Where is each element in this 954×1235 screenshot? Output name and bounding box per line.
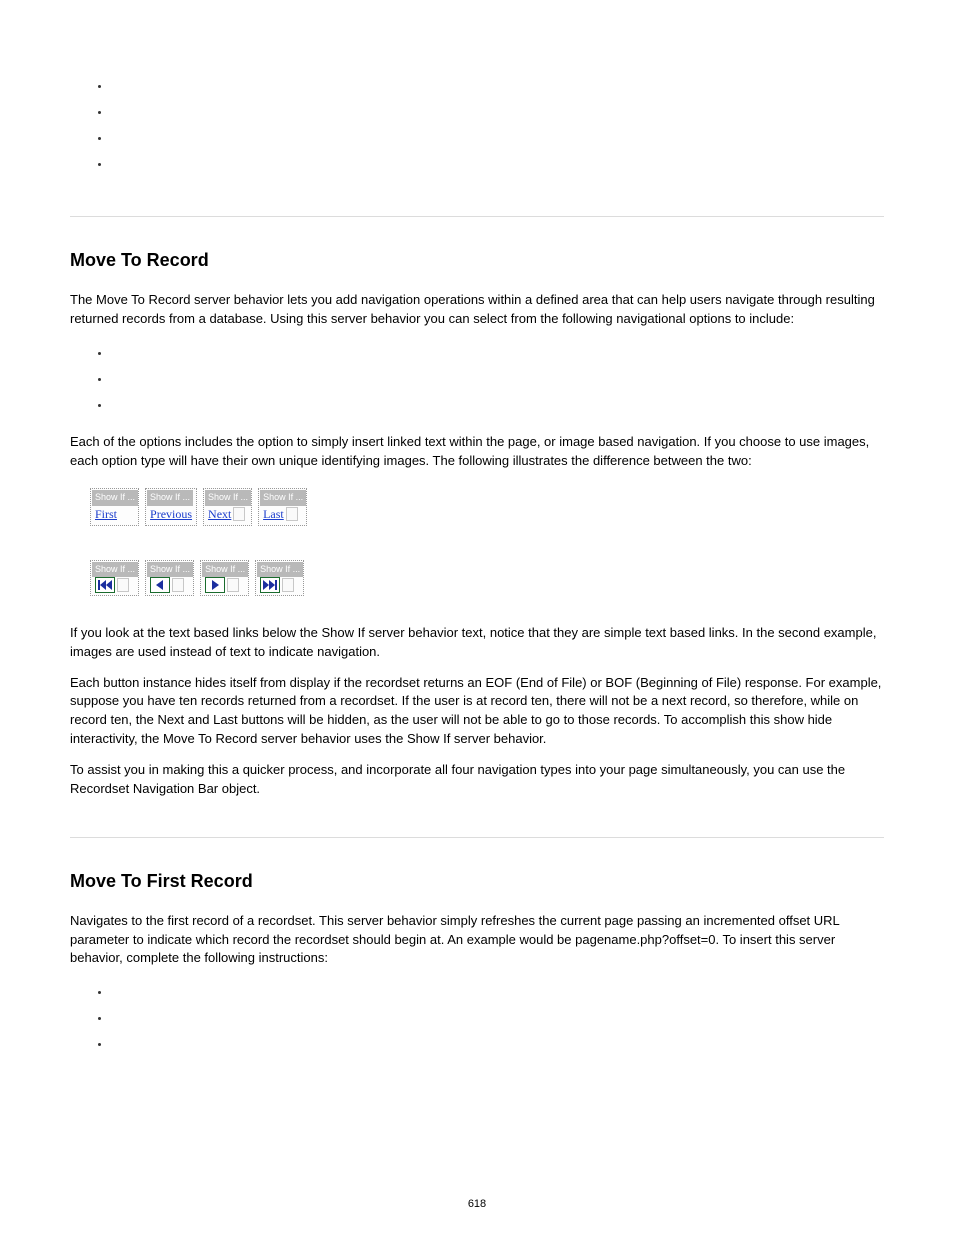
spacer-box xyxy=(227,578,239,592)
list-item xyxy=(110,367,884,393)
nav-previous-link[interactable]: Previous xyxy=(150,506,192,523)
section-divider xyxy=(70,216,884,217)
list-item xyxy=(110,74,884,100)
closing-para-2: Each button instance hides itself from d… xyxy=(70,674,884,749)
list-item xyxy=(110,152,884,178)
section-heading-move-to-first: Move To First Record xyxy=(70,868,884,894)
nav-next-link[interactable]: Next xyxy=(208,506,231,523)
first-record-steps xyxy=(70,980,884,1058)
nav-last-icon-block: Show If ... xyxy=(255,560,304,596)
spacer-box xyxy=(233,507,245,521)
spacer-box xyxy=(282,578,294,592)
first-icon[interactable] xyxy=(95,577,115,593)
closing-para-3: To assist you in making this a quicker p… xyxy=(70,761,884,799)
nav-options-list xyxy=(70,341,884,419)
nav-first-icon-block: Show If ... xyxy=(90,560,139,596)
nav-last-block: Show If ... Last xyxy=(258,488,307,525)
showif-tag: Show If ... xyxy=(147,562,193,577)
showif-tag: Show If ... xyxy=(205,490,251,505)
showif-tag: Show If ... xyxy=(260,490,306,505)
last-icon[interactable] xyxy=(260,577,280,593)
spacer-box xyxy=(286,507,298,521)
section-divider xyxy=(70,837,884,838)
nav-last-link[interactable]: Last xyxy=(263,506,284,523)
showif-tag: Show If ... xyxy=(92,562,138,577)
after-bullets-paragraph: Each of the options includes the option … xyxy=(70,433,884,471)
nav-next-block: Show If ... Next xyxy=(203,488,252,525)
nav-first-link[interactable]: First xyxy=(95,506,117,523)
section-heading-move-to-record: Move To Record xyxy=(70,247,884,273)
showif-tag: Show If ... xyxy=(92,490,138,505)
list-item xyxy=(110,126,884,152)
next-icon[interactable] xyxy=(205,577,225,593)
showif-tag: Show If ... xyxy=(147,490,193,505)
nav-previous-icon-block: Show If ... xyxy=(145,560,194,596)
navbar-screenshot-text: Show If ... First Show If ... Previous S… xyxy=(90,488,884,525)
top-bullet-list xyxy=(70,74,884,178)
page-number: 618 xyxy=(0,1197,954,1213)
spacer-box xyxy=(172,578,184,592)
list-item xyxy=(110,100,884,126)
nav-previous-block: Show If ... Previous xyxy=(145,488,197,525)
intro-paragraph: The Move To Record server behavior lets … xyxy=(70,291,884,329)
list-item xyxy=(110,1006,884,1032)
list-item xyxy=(110,341,884,367)
closing-para-1: If you look at the text based links belo… xyxy=(70,624,884,662)
spacer-box xyxy=(117,578,129,592)
list-item xyxy=(110,1032,884,1058)
navbar-screenshot-icons: Show If ... Show If ... Show xyxy=(90,560,884,596)
list-item xyxy=(110,980,884,1006)
nav-next-icon-block: Show If ... xyxy=(200,560,249,596)
nav-first-block: Show If ... First xyxy=(90,488,139,525)
first-record-intro: Navigates to the first record of a recor… xyxy=(70,912,884,969)
showif-tag: Show If ... xyxy=(257,562,303,577)
list-item xyxy=(110,393,884,419)
previous-icon[interactable] xyxy=(150,577,170,593)
showif-tag: Show If ... xyxy=(202,562,248,577)
